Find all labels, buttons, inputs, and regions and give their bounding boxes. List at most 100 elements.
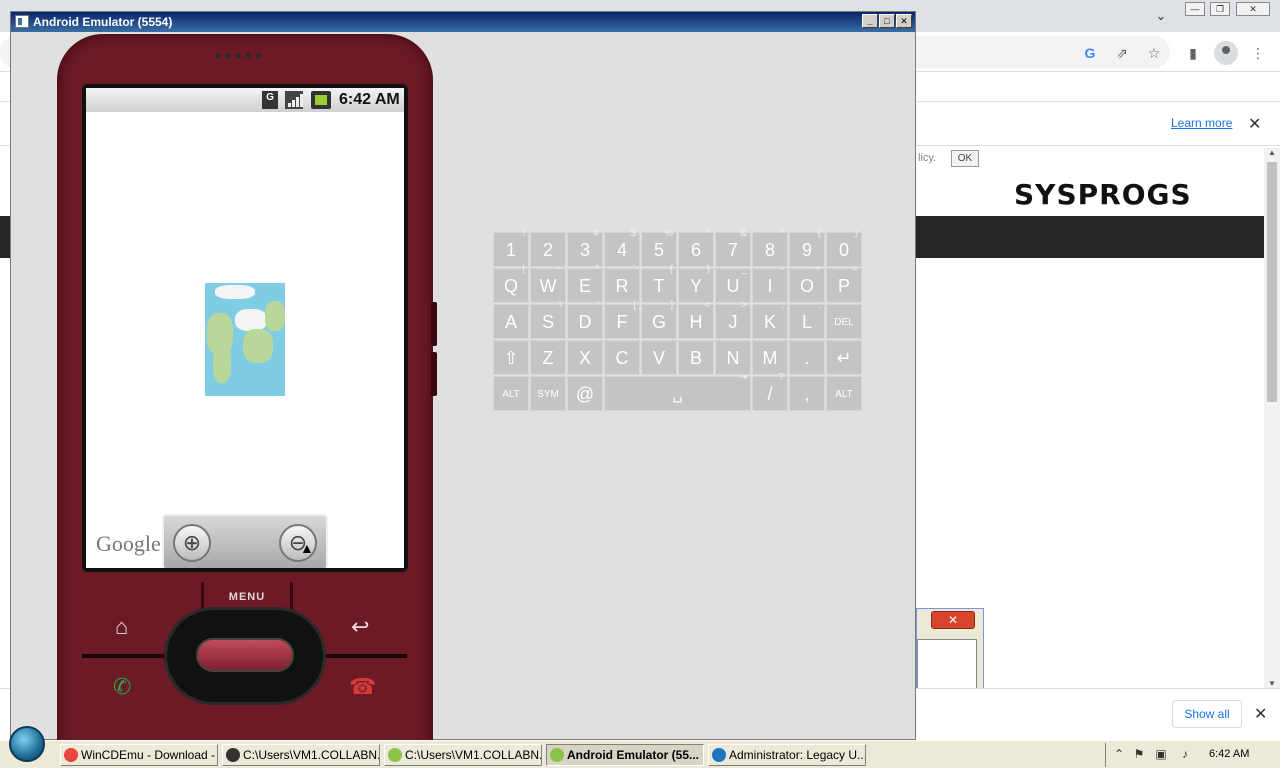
emulator-title: Android Emulator (5554) [33, 15, 173, 29]
bookmark-star-icon[interactable]: ☆ [1145, 44, 1163, 62]
end-call-button-icon[interactable]: ☎ [349, 674, 376, 700]
infobar-close-icon[interactable]: ✕ [1248, 114, 1261, 134]
key-label: W [539, 276, 557, 296]
key-alt-label: = [852, 264, 858, 275]
key-del[interactable]: DEL [826, 304, 862, 339]
key-alt-label: ⇥ [738, 372, 747, 383]
scroll-up-arrow-icon[interactable]: ▲ [1268, 148, 1276, 157]
world-map-tile[interactable] [205, 283, 285, 396]
trackball-dpad[interactable] [167, 610, 323, 702]
key-alt-label: [ [633, 300, 636, 311]
key-sym[interactable]: SYM [530, 376, 566, 411]
scroll-down-arrow-icon[interactable]: ▼ [1268, 679, 1276, 688]
background-dialog: ✕ [916, 608, 984, 690]
side-panel-icon[interactable]: ▮ [1184, 44, 1202, 62]
key-alt-label: + [815, 264, 821, 275]
key-label: 2 [542, 240, 553, 260]
key-a[interactable]: A [493, 304, 529, 339]
key-alt-label: - [780, 264, 784, 275]
taskbar-clock[interactable]: 6:42 AM [1209, 748, 1249, 760]
network-icon[interactable]: ▣ [1154, 747, 1168, 761]
home-button-icon[interactable]: ⌂ [115, 614, 128, 640]
volume-icon[interactable]: ♪ [1178, 747, 1192, 761]
key-label: R [615, 276, 629, 296]
key-alt-label: ] [670, 300, 673, 311]
browser-restore-button[interactable]: ❐ [1210, 2, 1230, 16]
key-alt-label: ) [854, 228, 858, 239]
key-alt-label: ? [778, 372, 784, 383]
key-sym9[interactable]: ↵ [826, 340, 862, 375]
key-label: H [689, 312, 703, 332]
dialog-close-button[interactable]: ✕ [931, 611, 975, 629]
key-z[interactable]: Z [530, 340, 566, 375]
key-g[interactable]: G] [641, 300, 677, 339]
browser-menu-icon[interactable]: ⋮ [1249, 44, 1267, 62]
emulator-keyboard: 1! 2 " 3 #4 $5% 6 ^ 7 & 8 * 9(0) Q | W ~ E " R ` T{Y} U _ I - O + P =… [493, 228, 863, 412]
show-all-downloads-button[interactable]: Show all [1172, 700, 1242, 728]
key-label: L [801, 312, 812, 332]
key-f[interactable]: F[ [604, 300, 640, 339]
page-scrollbar[interactable]: ▲ ▼ [1264, 148, 1280, 688]
key-l[interactable]: L: [789, 300, 825, 339]
taskbar-app-icon [64, 748, 78, 762]
key-v[interactable]: V [641, 340, 677, 375]
key-h[interactable]: H < [678, 300, 714, 339]
dpad-center-button[interactable] [196, 638, 294, 672]
volume-down-button[interactable] [431, 352, 437, 396]
key-d[interactable]: D ' [567, 300, 603, 339]
key-alt-label: # [593, 228, 599, 239]
key-alt[interactable]: ALT [826, 376, 862, 411]
volume-up-button[interactable] [431, 302, 437, 346]
key-p[interactable]: P = [826, 264, 862, 303]
taskbar-item-label: C:\Users\VM1.COLLABN... [405, 748, 542, 762]
key-alt[interactable]: ALT [493, 376, 529, 411]
call-button-icon[interactable]: ✆ [113, 674, 131, 700]
taskbar-item[interactable]: Administrator: Legacy U... [708, 744, 866, 766]
key-sym2[interactable]: @ [567, 376, 603, 411]
key-sym8[interactable]: . [789, 340, 825, 375]
cookie-ok-button[interactable]: OK [951, 150, 979, 167]
sysprogs-logo[interactable]: SYSPROGS [1014, 178, 1192, 211]
key-sym4[interactable]: /? [752, 372, 788, 411]
share-icon[interactable]: ⇗ [1113, 44, 1131, 62]
learn-more-link[interactable]: Learn more [1171, 116, 1232, 130]
phone-screen[interactable]: G 6:42 AM Google ⊕ ⊖ ▲ [86, 88, 404, 568]
key-alt-label: | [522, 264, 525, 275]
phone-divider-right [319, 654, 407, 658]
key-j[interactable]: J > [715, 300, 751, 339]
emulator-maximize-button[interactable]: □ [879, 14, 895, 28]
menu-button[interactable]: MENU [201, 582, 293, 612]
key-sym5[interactable]: , [789, 376, 825, 411]
back-button-icon[interactable]: ↩ [351, 614, 369, 640]
key-sym0[interactable]: ⇧ [493, 340, 529, 375]
key-label: A [504, 312, 517, 332]
key-b[interactable]: B [678, 340, 714, 375]
downloads-bar-close-icon[interactable]: ✕ [1254, 704, 1267, 724]
emulator-titlebar[interactable]: Android Emulator (5554) _ □ ✕ [11, 12, 915, 32]
scrollbar-thumb[interactable] [1267, 162, 1277, 402]
taskbar-item[interactable]: WinCDEmu - Download - ... [60, 744, 218, 766]
taskbar-item[interactable]: C:\Users\VM1.COLLABN... [384, 744, 542, 766]
zoom-in-button[interactable]: ⊕ [173, 524, 211, 562]
key-s[interactable]: S \ [530, 300, 566, 339]
key-k[interactable]: K; [752, 300, 788, 339]
key-x[interactable]: X [567, 340, 603, 375]
emulator-minimize-button[interactable]: _ [862, 14, 878, 28]
taskbar-item[interactable]: Android Emulator (55... [546, 744, 704, 766]
emulator-close-button[interactable]: ✕ [896, 14, 912, 28]
taskbar-item[interactable]: C:\Users\VM1.COLLABN... [222, 744, 380, 766]
browser-close-button[interactable]: ✕ [1236, 2, 1270, 16]
key-label: N [726, 348, 740, 368]
key-alt-label: ` [632, 264, 636, 275]
tab-search-chevron-icon[interactable]: ⌄ [1152, 8, 1170, 26]
action-center-icon[interactable]: ⚑ [1132, 747, 1146, 761]
google-lens-icon[interactable]: G [1081, 44, 1099, 62]
start-button[interactable] [9, 726, 45, 762]
key-label: K [763, 312, 776, 332]
key-space[interactable]: ␣ ⇥ [604, 372, 751, 411]
profile-avatar-icon[interactable] [1214, 41, 1238, 65]
key-q[interactable]: Q | [493, 264, 529, 303]
tray-expand-icon[interactable]: ⌃ [1112, 747, 1126, 761]
key-c[interactable]: C [604, 340, 640, 375]
browser-minimize-button[interactable]: — [1185, 2, 1205, 16]
